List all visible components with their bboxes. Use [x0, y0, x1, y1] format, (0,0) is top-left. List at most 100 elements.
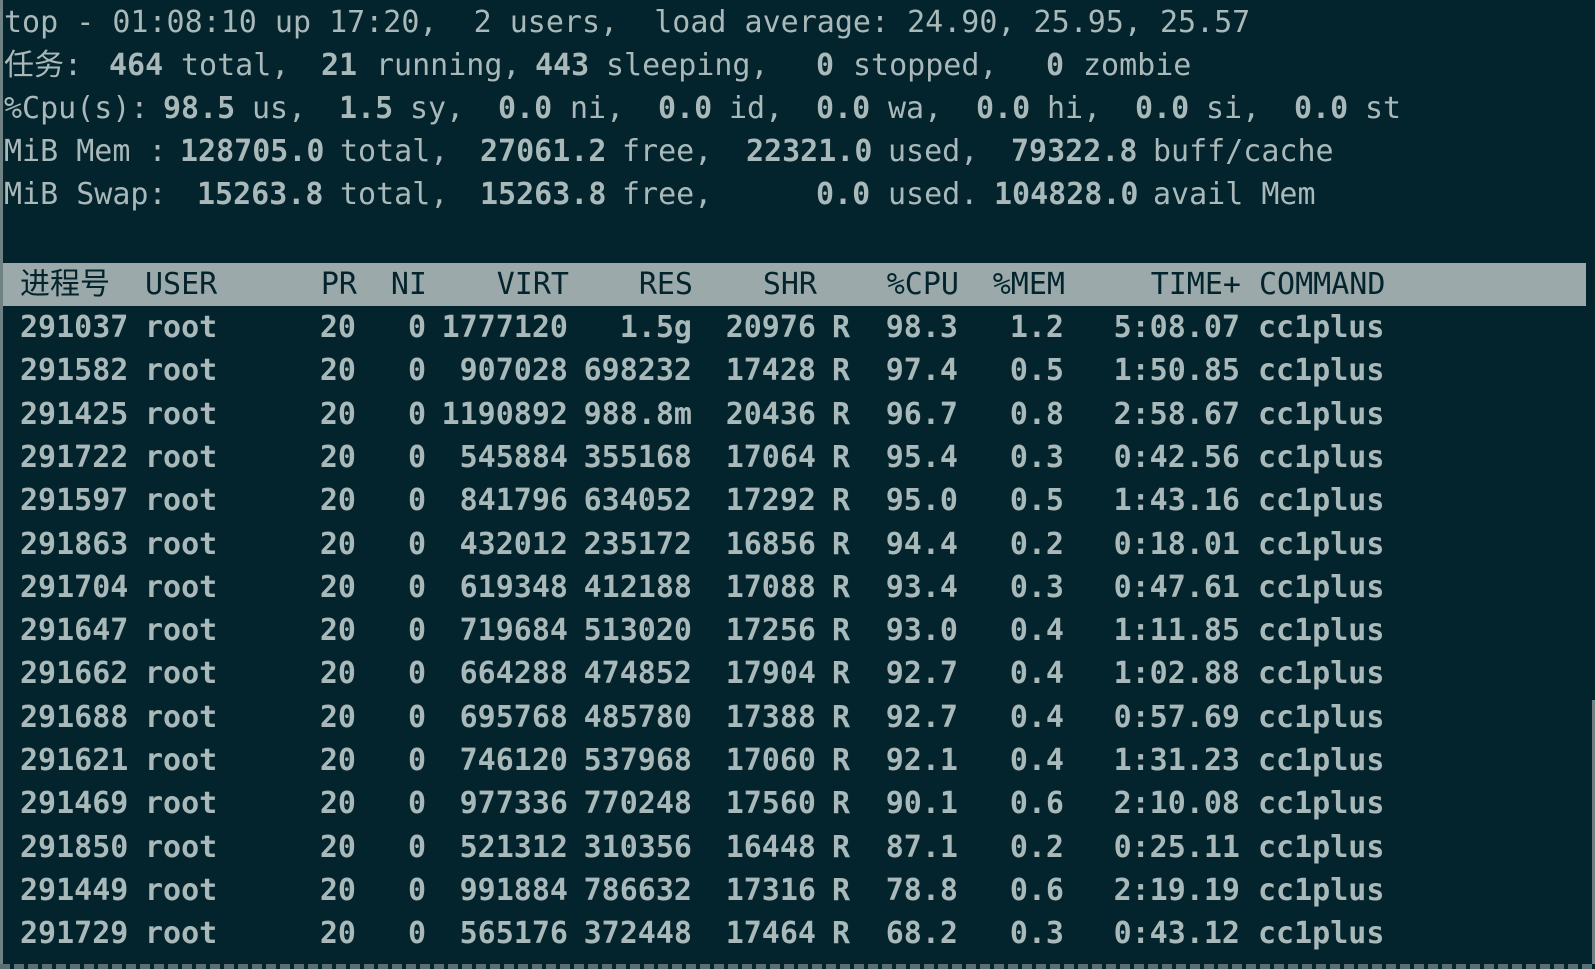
- process-pid: 291582: [20, 353, 129, 389]
- process-row[interactable]: 291850 root 20 0 521312 310356 16448 R 87.1 0.2 0:…: [0, 826, 1595, 870]
- process-s: R: [832, 526, 851, 562]
- process-user: root: [145, 829, 218, 865]
- process-ni: 0: [407, 829, 426, 865]
- process-res: 537968: [583, 743, 692, 778]
- process-shr: 17316: [725, 872, 816, 908]
- column-header-ni[interactable]: NI: [373, 263, 427, 306]
- tasks-running-value: 21: [321, 48, 358, 83]
- process-virt: 977336: [459, 786, 568, 822]
- process-row[interactable]: 291582 root 20 0 907028 698232 17428 R 97.4 0.5 1:…: [0, 349, 1595, 393]
- column-header-cpu[interactable]: %CPU: [869, 263, 959, 306]
- process-row[interactable]: 291425 root 20 0 1190892 988.8m 20436 R 96.7 0.8 2…: [0, 393, 1595, 437]
- process-ni: 0: [407, 396, 426, 432]
- column-header-mem[interactable]: %MEM: [975, 263, 1065, 306]
- cpu-sy-label: sy,: [410, 91, 465, 126]
- cpu-wa-value: 0.0: [816, 91, 871, 126]
- process-time: 0:25.11: [1113, 829, 1240, 865]
- process-row[interactable]: 291037 root 20 0 1777120 1.5g 20976 R 98.3 1.2 5:0…: [0, 306, 1595, 350]
- process-time: 1:43.16: [1113, 483, 1240, 519]
- process-virt: 695768: [459, 699, 568, 735]
- cpu-label: %Cpu(s):: [4, 91, 149, 126]
- process-s: R: [832, 613, 851, 649]
- terminal-window[interactable]: top - 01:08:10 up 17:20, 2 users, load a…: [0, 0, 1595, 969]
- swap-used-value: 0.0: [816, 177, 871, 212]
- process-row[interactable]: 291863 root 20 0 432012 235172 16856 R 94.4 0.2 0:…: [0, 523, 1595, 567]
- cpu-si-value: 0.0: [1135, 91, 1190, 126]
- process-cpu: 93.0: [885, 613, 958, 649]
- process-pr: 20: [319, 613, 356, 649]
- process-virt: 432012: [459, 526, 568, 562]
- process-pr: 20: [319, 786, 356, 822]
- process-res: 355168: [583, 439, 692, 475]
- process-shr: 17464: [725, 916, 816, 952]
- process-command: cc1plus: [1258, 699, 1385, 735]
- process-mem: 0.6: [1009, 786, 1064, 822]
- process-virt: 746120: [459, 743, 568, 778]
- process-row[interactable]: 291449 root 20 0 991884 786632 17316 R 78.8 0.6 2:…: [0, 869, 1595, 913]
- process-row[interactable]: 291688 root 20 0 695768 485780 17388 R 92.7 0.4 0:…: [0, 696, 1595, 740]
- column-header-pid[interactable]: 进程号: [20, 263, 110, 306]
- process-mem: 0.6: [1009, 872, 1064, 908]
- process-pid: 291621: [20, 743, 129, 778]
- column-header-shr[interactable]: SHR: [709, 263, 817, 306]
- column-header-command[interactable]: COMMAND: [1259, 263, 1385, 306]
- tasks-total-value: 464: [109, 48, 164, 83]
- process-shr: 17256: [725, 613, 816, 649]
- process-row[interactable]: 291597 root 20 0 841796 634052 17292 R 95.0 0.5 1:…: [0, 479, 1595, 523]
- process-row[interactable]: 291662 root 20 0 664288 474852 17904 R 92.7 0.4 1:…: [0, 652, 1595, 696]
- process-command: cc1plus: [1258, 526, 1385, 562]
- process-ni: 0: [407, 786, 426, 822]
- process-pr: 20: [319, 310, 356, 345]
- process-ni: 0: [407, 483, 426, 519]
- process-cpu: 92.1: [885, 743, 958, 778]
- process-row[interactable]: 291621 root 20 0 746120 537968 17060 R 92.1 0.4 1:…: [0, 739, 1595, 783]
- process-pid: 291449: [20, 872, 129, 908]
- process-pid: 291425: [20, 396, 129, 432]
- process-s: R: [832, 353, 851, 389]
- process-row[interactable]: 291647 root 20 0 719684 513020 17256 R 93.0 0.4 1:…: [0, 609, 1595, 653]
- cpu-hi-value: 0.0: [976, 91, 1031, 126]
- process-pr: 20: [319, 396, 356, 432]
- process-row[interactable]: 291722 root 20 0 545884 355168 17064 R 95.4 0.3 0:…: [0, 436, 1595, 480]
- process-pid: 291850: [20, 829, 129, 865]
- tasks-label: 任务:: [4, 48, 83, 83]
- column-header-time[interactable]: TIME+: [1083, 263, 1241, 306]
- column-header-pr[interactable]: PR: [303, 263, 357, 306]
- process-pr: 20: [319, 829, 356, 865]
- cpu-id-value: 0.0: [658, 91, 713, 126]
- process-res: 770248: [583, 786, 692, 822]
- process-row[interactable]: 291729 root 20 0 565176 372448 17464 R 68.2 0.3 0:…: [0, 912, 1595, 956]
- swap-used-label: used.: [888, 177, 979, 212]
- process-s: R: [832, 310, 851, 345]
- process-row[interactable]: 291704 root 20 0 619348 412188 17088 R 93.4 0.3 0:…: [0, 566, 1595, 610]
- tasks-line: 任务: 464 total, 21 running, 443 sleeping,…: [0, 44, 1191, 88]
- process-mem: 0.4: [1009, 656, 1064, 692]
- process-shr: 16856: [725, 526, 816, 562]
- process-s: R: [832, 786, 851, 822]
- tasks-running-label: running,: [376, 48, 521, 83]
- process-cpu: 97.4: [885, 353, 958, 389]
- process-cpu: 92.7: [885, 699, 958, 735]
- process-ni: 0: [407, 353, 426, 389]
- cpu-si-label: si,: [1206, 91, 1261, 126]
- process-mem: 0.3: [1009, 916, 1064, 952]
- process-user: root: [145, 569, 218, 605]
- column-header-virt[interactable]: VIRT: [443, 263, 569, 306]
- mem-buff-value: 79322.8: [1011, 134, 1138, 169]
- process-user: root: [145, 526, 218, 562]
- process-user: root: [145, 786, 218, 822]
- tasks-zombie-label: zombie: [1083, 48, 1192, 83]
- process-row[interactable]: 291469 root 20 0 977336 770248 17560 R 90.1 0.6 2:…: [0, 782, 1595, 826]
- column-header-user[interactable]: USER: [145, 263, 217, 306]
- process-pid: 291729: [20, 916, 129, 952]
- process-virt: 521312: [459, 829, 568, 865]
- process-user: root: [145, 353, 218, 389]
- process-pid: 291469: [20, 786, 129, 822]
- process-time: 0:42.56: [1113, 439, 1240, 475]
- column-header-res[interactable]: RES: [585, 263, 693, 306]
- process-mem: 0.5: [1009, 353, 1064, 389]
- process-command: cc1plus: [1258, 786, 1385, 822]
- swap-total-label: total,: [340, 177, 449, 212]
- process-cpu: 68.2: [885, 916, 958, 952]
- mem-free-value: 27061.2: [480, 134, 607, 169]
